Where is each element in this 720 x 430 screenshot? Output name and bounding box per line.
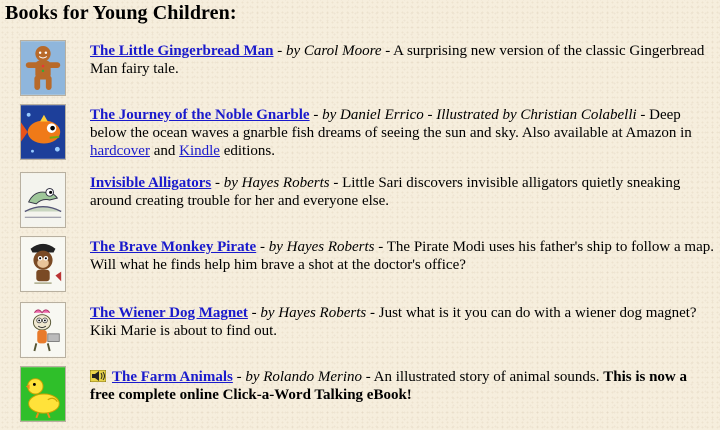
book-item-monkey-pirate: The Brave Monkey Pirate - by Hayes Rober… <box>20 236 720 296</box>
page-heading: Books for Young Children: <box>5 2 237 24</box>
book-title-link[interactable]: The Journey of the Noble Gnarble <box>90 107 310 123</box>
book-item-farm-animals: The Farm Animals - by Rolando Merino - A… <box>20 366 720 426</box>
speaker-icon[interactable] <box>90 370 106 382</box>
duck-icon[interactable] <box>20 366 66 422</box>
book-description: The Farm Animals - by Rolando Merino - A… <box>90 368 714 404</box>
kindle-link[interactable]: Kindle <box>179 143 220 159</box>
book-item-gnarble: The Journey of the Noble Gnarble - by Da… <box>20 104 720 164</box>
book-title-link[interactable]: Invisible Alligators <box>90 175 211 191</box>
book-item-alligators: Invisible Alligators - by Hayes Roberts … <box>20 172 720 232</box>
book-title-link[interactable]: The Wiener Dog Magnet <box>90 305 248 321</box>
gnarble-fish-icon[interactable] <box>20 104 66 160</box>
book-title-link[interactable]: The Brave Monkey Pirate <box>90 239 256 255</box>
book-item-wiener-dog: The Wiener Dog Magnet - by Hayes Roberts… <box>20 302 720 362</box>
monkey-pirate-icon[interactable] <box>20 236 66 292</box>
book-byline: - by Hayes Roberts <box>256 239 375 255</box>
book-title-link[interactable]: The Farm Animals <box>112 369 233 385</box>
book-item-gingerbread: The Little Gingerbread Man - by Carol Mo… <box>20 40 720 100</box>
book-summary-end: editions. <box>219 143 275 159</box>
hardcover-link[interactable]: hardcover <box>90 143 150 159</box>
book-description: The Journey of the Noble Gnarble - by Da… <box>90 106 714 160</box>
book-summary-mid: and <box>149 143 180 159</box>
book-description: The Brave Monkey Pirate - by Hayes Rober… <box>90 238 714 274</box>
book-title-link[interactable]: The Little Gingerbread Man <box>90 43 273 59</box>
book-byline: - by Carol Moore <box>273 43 382 59</box>
wiener-dog-icon[interactable] <box>20 302 66 358</box>
book-description: The Wiener Dog Magnet - by Hayes Roberts… <box>90 304 714 340</box>
book-summary: - An illustrated story of animal sounds. <box>361 369 604 385</box>
book-byline: - by Hayes Roberts <box>211 175 330 191</box>
book-byline: - by Rolando Merino <box>232 369 362 385</box>
book-byline: - by Hayes Roberts <box>247 305 367 321</box>
alligator-icon[interactable] <box>20 172 66 228</box>
book-description: The Little Gingerbread Man - by Carol Mo… <box>90 42 714 78</box>
book-byline: - by Daniel Errico - Illustrated by Chri… <box>309 107 637 123</box>
gingerbread-man-icon[interactable] <box>20 40 66 96</box>
book-description: Invisible Alligators - by Hayes Roberts … <box>90 174 714 210</box>
